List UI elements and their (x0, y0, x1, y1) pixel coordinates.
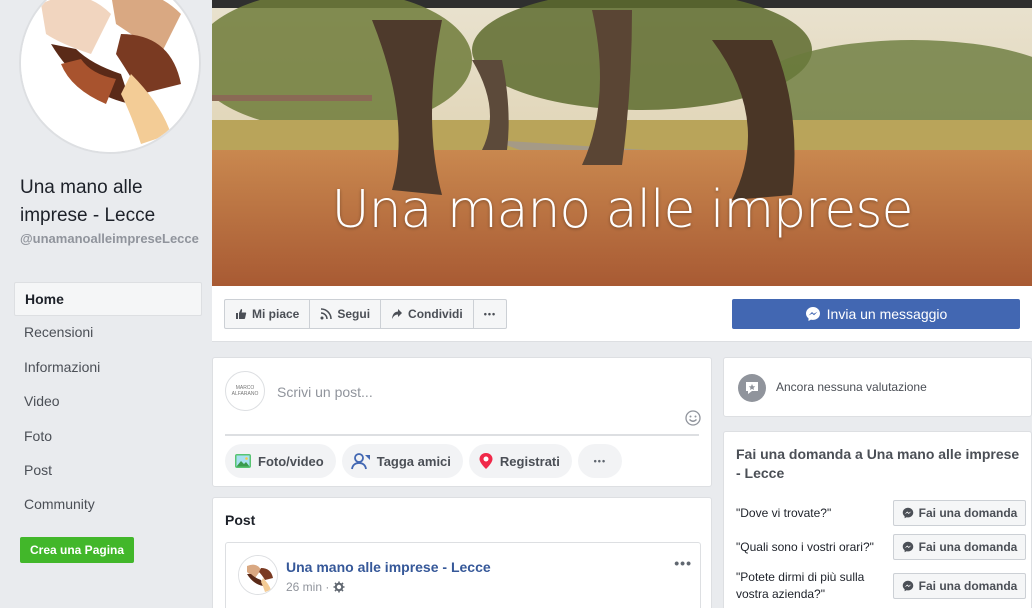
sidebar-item-home[interactable]: Home (14, 282, 202, 317)
tag-friends-icon (350, 453, 370, 470)
post-author-link[interactable]: Una mano alle imprese - Lecce (286, 559, 491, 575)
posts-section: Post Una mano alle imprese - Lecce 26 mi… (212, 497, 712, 608)
review-star-icon (738, 374, 766, 402)
page-handle[interactable]: @unamanoalleimpreseLecce (20, 230, 202, 248)
question-row: "Dove vi trovate?" Fai una domanda (736, 500, 1026, 526)
check-in-button[interactable]: Registrati (468, 444, 572, 478)
create-page-button[interactable]: Crea una Pagina (20, 537, 135, 563)
cover-photo[interactable]: Una mano alle imprese (212, 0, 1032, 286)
cover-image (212, 0, 1032, 286)
user-avatar: MARCO ALFARANO (225, 371, 265, 411)
sidebar-item-posts[interactable]: Post (14, 454, 202, 488)
question-text: "Potete dirmi di più sulla vostra aziend… (736, 570, 865, 601)
ask-button-label: Fai una domanda (918, 506, 1018, 520)
post-options-button[interactable]: ••• (674, 555, 692, 571)
action-button-group: Mi piace Segui Condividi ••• (224, 299, 508, 329)
post-input[interactable]: Scrivi un post... (277, 384, 373, 400)
send-message-button[interactable]: Invia un messaggio (732, 299, 1020, 329)
profile-picture[interactable] (19, 0, 201, 154)
question-text: "Quali sono i vostri orari?" (736, 539, 874, 554)
reviews-card: Ancora nessuna valutazione (723, 357, 1032, 417)
post-time-text: 26 min · (286, 580, 330, 594)
question-row: "Quali sono i vostri orari?" Fai una dom… (736, 534, 1026, 560)
messenger-icon (902, 541, 913, 553)
composer-divider (225, 434, 699, 436)
sidebar-item-reviews[interactable]: Recensioni (14, 316, 202, 350)
more-dots-icon: ••• (483, 309, 497, 319)
ask-question-button[interactable]: Fai una domanda (893, 573, 1026, 599)
sidebar-item-community[interactable]: Community (14, 488, 202, 522)
composer-actions: Foto/video Tagga amici Registrati ••• (225, 444, 622, 478)
tag-friends-label: Tagga amici (376, 453, 451, 469)
page-title: Una mano alle imprese - Lecce (20, 177, 156, 226)
ask-question-button[interactable]: Fai una domanda (893, 534, 1026, 560)
gear-icon (333, 581, 345, 593)
avatar-text: MARCO ALFARANO (231, 385, 259, 397)
reviews-status-text: Ancora nessuna valutazione (776, 380, 927, 394)
thumbs-up-icon (236, 309, 247, 319)
like-button[interactable]: Mi piace (224, 299, 311, 329)
follow-button[interactable]: Segui (309, 299, 382, 329)
emoji-icon[interactable] (685, 410, 701, 426)
posts-heading: Post (225, 512, 256, 528)
messenger-icon (805, 307, 820, 321)
photo-video-label: Foto/video (258, 453, 324, 469)
send-message-label: Invia un messaggio (826, 306, 948, 322)
ask-button-label: Fai una domanda (918, 579, 1018, 593)
post-card: Una mano alle imprese - Lecce 26 min · •… (225, 542, 701, 608)
rss-icon (320, 308, 333, 320)
messenger-icon (902, 507, 913, 519)
post-composer: MARCO ALFARANO Scrivi un post... Foto/vi… (212, 357, 712, 487)
sidebar-item-info[interactable]: Informazioni (14, 351, 202, 385)
messenger-icon (902, 580, 913, 592)
share-button[interactable]: Condividi (380, 299, 474, 329)
more-actions-button[interactable]: ••• (472, 299, 508, 329)
more-dots-icon: ••• (593, 456, 607, 466)
share-arrow-icon (392, 309, 403, 319)
like-label: Mi piace (252, 307, 300, 321)
ask-question-button[interactable]: Fai una domanda (893, 500, 1026, 526)
post-author-avatar[interactable] (238, 555, 278, 595)
share-label: Condividi (408, 307, 463, 321)
ask-button-label: Fai una domanda (918, 540, 1018, 554)
ask-question-card: Fai una domanda a Una mano alle imprese … (723, 431, 1032, 608)
post-timestamp[interactable]: 26 min · (286, 580, 345, 594)
hands-logo-image (239, 556, 277, 594)
tag-friends-button[interactable]: Tagga amici (341, 444, 463, 478)
sidebar-item-video[interactable]: Video (14, 385, 202, 419)
sidebar-nav: Home Recensioni Informazioni Video Foto … (14, 282, 202, 523)
left-sidebar: Una mano alle imprese - Lecce @unamanoal… (0, 0, 212, 608)
photo-video-button[interactable]: Foto/video (225, 444, 336, 478)
location-pin-icon (479, 453, 493, 469)
page-action-bar: Mi piace Segui Condividi ••• Invia un me… (212, 286, 1032, 342)
cover-title-text: Una mano alle imprese (331, 180, 914, 240)
check-in-label: Registrati (499, 453, 560, 469)
ask-question-title: Fai una domanda a Una mano alle imprese … (736, 446, 1020, 481)
photo-icon (235, 454, 251, 468)
sidebar-item-photos[interactable]: Foto (14, 420, 202, 454)
follow-label: Segui (337, 307, 371, 321)
composer-more-button[interactable]: ••• (577, 444, 622, 478)
question-row: "Potete dirmi di più sulla vostra aziend… (736, 569, 1026, 603)
hands-logo-image (21, 0, 199, 152)
question-text: "Dove vi trovate?" (736, 505, 832, 520)
